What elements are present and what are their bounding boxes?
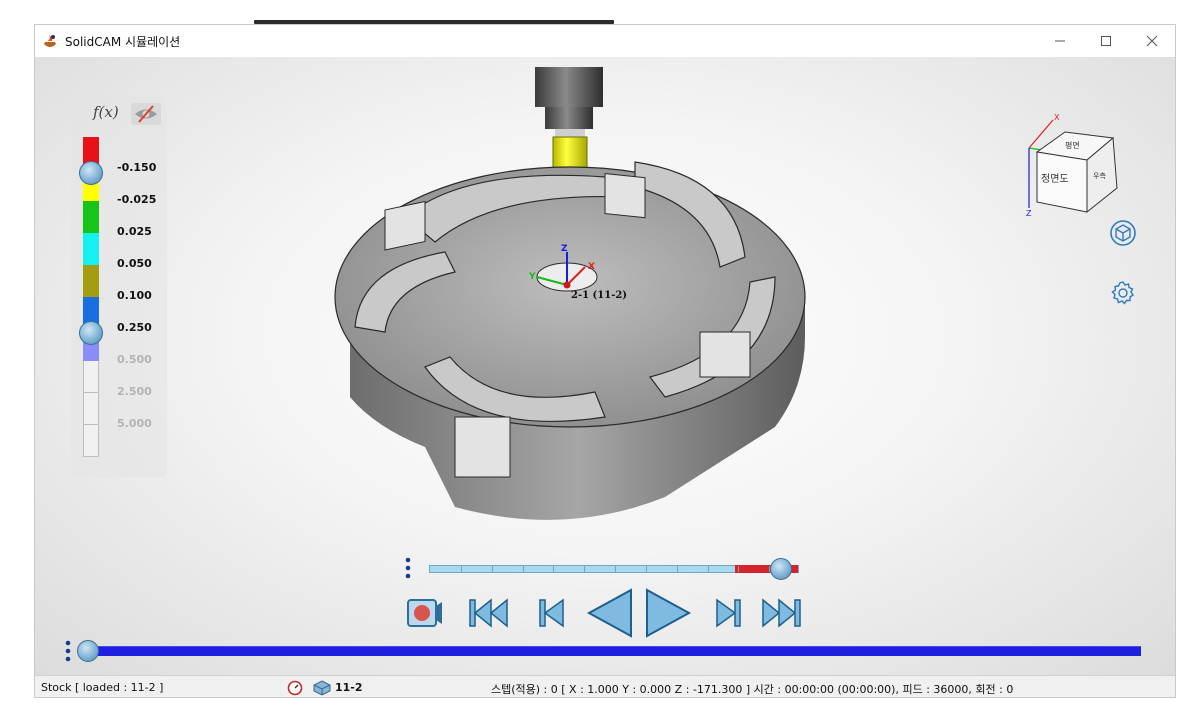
close-button[interactable] bbox=[1129, 25, 1175, 57]
view-cube-icon[interactable] bbox=[1109, 219, 1137, 247]
svg-text:Y: Y bbox=[528, 272, 536, 282]
legend-value-label: 0.025 bbox=[117, 225, 152, 238]
step-backward-button[interactable] bbox=[535, 596, 569, 630]
legend-value-label: 0.250 bbox=[117, 321, 152, 334]
timeline-tick bbox=[553, 566, 555, 572]
step-forward-button[interactable] bbox=[711, 596, 745, 630]
title-bar: SolidCAM 시뮬레이션 bbox=[35, 25, 1175, 57]
timeline-tick bbox=[615, 566, 616, 572]
timeline-tick bbox=[645, 566, 647, 572]
timeline-tick bbox=[738, 566, 740, 572]
step-timeline[interactable] bbox=[405, 552, 815, 582]
navcube-front-face: 정면도 bbox=[1041, 173, 1069, 185]
window-controls bbox=[1037, 25, 1175, 57]
legend-lower-handle[interactable] bbox=[79, 321, 103, 345]
legend-upper-handle[interactable] bbox=[79, 161, 103, 185]
window-title: SolidCAM 시뮬레이션 bbox=[65, 34, 181, 49]
timeline-tick bbox=[491, 566, 493, 572]
svg-text:X: X bbox=[1054, 113, 1060, 122]
timeline-track[interactable] bbox=[429, 565, 799, 573]
3d-viewport[interactable]: f(x) -0.150 -0.025 0.025 0.050 0.100 0.250 0.5… bbox=[35, 57, 1175, 675]
timeline-tick bbox=[584, 566, 586, 572]
play-backward-button[interactable] bbox=[585, 586, 635, 640]
go-to-start-button[interactable] bbox=[467, 596, 509, 630]
progress-menu-icon[interactable] bbox=[65, 639, 71, 663]
svg-text:Z: Z bbox=[561, 244, 568, 254]
legend-empty-segment bbox=[83, 425, 99, 457]
operation-icon bbox=[313, 680, 331, 696]
simulation-window: SolidCAM 시뮬레이션 f(x) -0.150 -0.025 0.025 … bbox=[34, 24, 1176, 698]
function-button[interactable]: f(x) bbox=[93, 103, 119, 121]
legend-empty-segment bbox=[83, 393, 99, 425]
legend-value-label: 0.500 bbox=[117, 353, 152, 366]
progress-handle[interactable] bbox=[77, 640, 99, 662]
navcube-top-face: 평면 bbox=[1065, 140, 1080, 150]
solidcam-app-icon bbox=[44, 35, 56, 47]
settings-gear-icon[interactable] bbox=[1109, 279, 1137, 307]
stock-status: Stock [ loaded : 11-2 ] bbox=[41, 681, 164, 694]
coordinate-system-label: 2-1 (11-2) bbox=[571, 290, 627, 301]
minimize-button[interactable] bbox=[1037, 25, 1083, 57]
minimize-icon bbox=[1055, 40, 1065, 42]
impeller-model: Z Y X 2-1 (11-2) bbox=[334, 67, 806, 520]
legend-color-bar bbox=[83, 137, 99, 457]
legend-value-label: -0.025 bbox=[117, 193, 157, 206]
status-bar: Stock [ loaded : 11-2 ] 11-2 스텝(적용) : 0 … bbox=[35, 675, 1175, 697]
record-button[interactable] bbox=[405, 592, 445, 632]
maximize-button[interactable] bbox=[1083, 25, 1129, 57]
progress-track[interactable] bbox=[85, 646, 1141, 656]
current-operation: 11-2 bbox=[335, 681, 363, 694]
step-info: 스텝(적용) : 0 [ X : 1.000 Y : 0.000 Z : -17… bbox=[491, 683, 1014, 696]
svg-text:Z: Z bbox=[1026, 209, 1032, 218]
timeline-tick bbox=[522, 566, 524, 572]
legend-color-segment bbox=[83, 233, 99, 265]
eye-hidden-icon bbox=[135, 105, 157, 123]
close-icon bbox=[1146, 35, 1158, 47]
maximize-icon bbox=[1101, 36, 1111, 46]
svg-text:X: X bbox=[588, 262, 595, 272]
timeline-handle[interactable] bbox=[769, 558, 792, 580]
timeline-menu-icon[interactable] bbox=[405, 556, 411, 580]
legend-color-segment bbox=[83, 201, 99, 233]
deviation-legend: f(x) -0.150 -0.025 0.025 0.050 0.100 0.250 0.5… bbox=[71, 97, 167, 477]
legend-value-label: 0.050 bbox=[117, 257, 152, 270]
timeline-tick bbox=[707, 566, 709, 572]
legend-value-label: 5.000 bbox=[117, 417, 152, 430]
legend-value-label: -0.150 bbox=[117, 161, 157, 174]
legend-value-label: 2.500 bbox=[117, 385, 152, 398]
legend-empty-segment bbox=[83, 361, 99, 393]
simulation-progress[interactable] bbox=[57, 637, 1157, 665]
timeline-tick bbox=[460, 566, 462, 572]
navigation-cube[interactable]: X Y Z 평면 정면도 우측 bbox=[1025, 112, 1123, 222]
visibility-toggle-button[interactable] bbox=[131, 103, 161, 125]
go-to-end-button[interactable] bbox=[761, 596, 803, 630]
legend-color-segment bbox=[83, 265, 99, 297]
play-forward-button[interactable] bbox=[643, 586, 693, 640]
speed-gauge-icon[interactable] bbox=[287, 680, 303, 696]
navcube-side-face: 우측 bbox=[1093, 171, 1106, 180]
timeline-tick bbox=[676, 566, 678, 572]
legend-value-label: 0.100 bbox=[117, 289, 152, 302]
